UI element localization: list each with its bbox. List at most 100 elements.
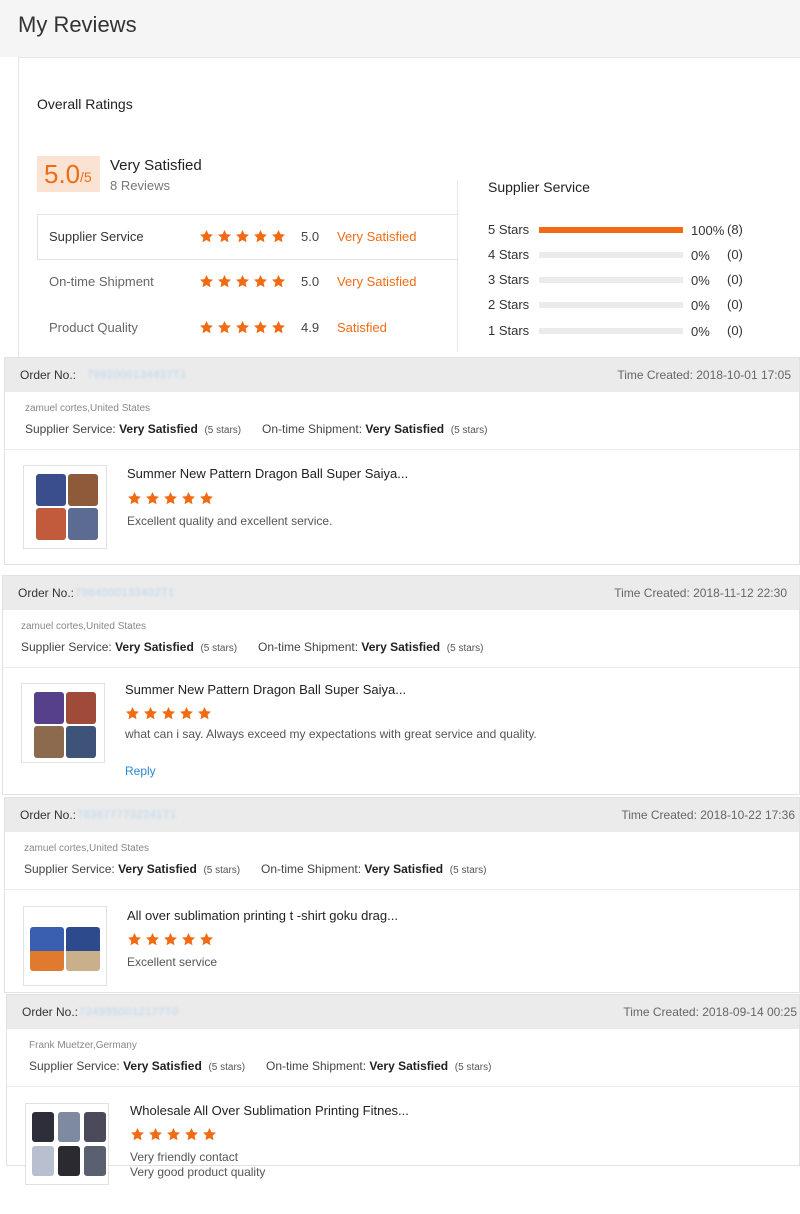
star-icon (145, 932, 160, 947)
star-icon (253, 274, 268, 289)
review-card: Order No.: 7992000134437T1 Time Created: 2… (4, 357, 800, 565)
star-icon (148, 1127, 163, 1142)
star-icon (202, 1127, 217, 1142)
bar-label: 3 Stars (488, 272, 530, 287)
bar-count: (0) (727, 247, 743, 262)
star-icon (125, 706, 140, 721)
reviewer-name: zamuel cortes,United States (25, 403, 151, 414)
time-created: Time Created: 2018-11-12 22:30 (614, 586, 787, 600)
order-number-link[interactable]: 7249950012177T0 (79, 1006, 179, 1018)
review-stars (130, 1127, 217, 1142)
bar-count: (0) (727, 297, 743, 312)
supplier-service-label: Supplier Service: (21, 640, 112, 654)
rating-stars-supplier-service (199, 229, 286, 244)
on-time-shipment-rating: On-time Shipment: Very Satisfied (5 star… (258, 640, 483, 654)
bar-label: 2 Stars (488, 297, 530, 312)
star-icon (235, 229, 250, 244)
star-icon (181, 932, 196, 947)
order-number-link[interactable]: 7992000134437T1 (87, 369, 187, 381)
shirt-image (68, 508, 98, 540)
reviewer-name: Frank Muetzer,Germany (29, 1040, 137, 1051)
star-icon (184, 1127, 199, 1142)
review-divider (5, 889, 799, 890)
reviewer-name: zamuel cortes,United States (21, 621, 147, 632)
supplier-service-stars: (5 stars) (200, 643, 238, 654)
review-stars (127, 932, 214, 947)
rating-label-product-quality: Product Quality (49, 320, 138, 335)
star-icon (163, 932, 178, 947)
overall-ratings-title: Overall Ratings (37, 96, 133, 112)
on-time-shipment-value: Very Satisfied (369, 1059, 449, 1073)
star-icon (130, 1127, 145, 1142)
star-icon (197, 706, 212, 721)
supplier-service-stars: (5 stars) (204, 425, 242, 436)
star-icon (217, 229, 232, 244)
product-title-link[interactable]: All over sublimation printing t -shirt g… (127, 908, 398, 923)
product-title-link[interactable]: Wholesale All Over Sublimation Printing … (130, 1103, 409, 1118)
star-icon (127, 491, 142, 506)
bar-track (539, 252, 683, 258)
overall-ratings-panel (18, 57, 800, 359)
star-icon (271, 274, 286, 289)
time-created: Time Created: 2018-10-22 17:36 (621, 808, 795, 822)
bar-track (539, 328, 683, 334)
product-thumbnail[interactable] (23, 465, 107, 549)
shirt-image (58, 1112, 80, 1142)
overall-satisfaction: Very Satisfied (110, 157, 202, 174)
rating-value-product-quality: 4.9 (301, 320, 320, 335)
shirt-image (34, 692, 64, 724)
rating-stars-product-quality (199, 320, 286, 335)
on-time-shipment-value: Very Satisfied (365, 422, 445, 436)
supplier-service-value: Very Satisfied (115, 640, 194, 654)
on-time-shipment-value: Very Satisfied (361, 640, 441, 654)
star-icon (166, 1127, 181, 1142)
bar-label: 1 Stars (488, 323, 530, 338)
order-number-link[interactable]: 7984000133402T1 (75, 587, 175, 599)
rating-text-product-quality: Satisfied (337, 320, 387, 335)
rating-text-supplier-service: Very Satisfied (337, 229, 417, 244)
shirt-image (58, 1146, 80, 1176)
bar-label: 4 Stars (488, 247, 530, 262)
bar-percent: 0% (691, 273, 710, 288)
shirt-image (36, 474, 66, 506)
time-created: Time Created: 2018-10-01 17:05 (617, 368, 791, 382)
product-title-link[interactable]: Summer New Pattern Dragon Ball Super Sai… (125, 682, 406, 697)
reply-link[interactable]: Reply (125, 764, 156, 778)
star-icon (179, 706, 194, 721)
review-card: Order No.: 7249950012177T0 Time Created: 2… (6, 994, 800, 1185)
order-label: Order No.: (22, 1005, 79, 1019)
product-thumbnail[interactable] (23, 906, 107, 986)
rating-value-on-time-shipment: 5.0 (301, 274, 320, 289)
overall-score-badge: 5.0 /5 (37, 156, 100, 192)
rating-label-on-time-shipment: On-time Shipment (49, 274, 154, 289)
review-stars (125, 706, 212, 721)
review-comment: what can i say. Always exceed my expecta… (125, 727, 537, 741)
star-icon (235, 274, 250, 289)
bar-label: 5 Stars (488, 222, 530, 237)
review-divider (7, 1086, 799, 1087)
shirt-image (36, 508, 66, 540)
product-title-link[interactable]: Summer New Pattern Dragon Ball Super Sai… (127, 466, 408, 481)
shirt-image (32, 1112, 54, 1142)
bar-percent: 0% (691, 298, 710, 313)
supplier-service-value: Very Satisfied (123, 1059, 202, 1073)
bar-percent: 0% (691, 248, 710, 263)
order-number-link[interactable]: 7838777732241T1 (77, 809, 177, 821)
review-stars (127, 491, 214, 506)
rating-stars-on-time-shipment (199, 274, 286, 289)
supplier-service-rating: Supplier Service: Very Satisfied (5 star… (24, 862, 240, 876)
supplier-service-value: Very Satisfied (119, 422, 198, 436)
product-thumbnail[interactable] (21, 683, 105, 763)
bar-track (539, 302, 683, 308)
star-icon (143, 706, 158, 721)
supplier-service-rating: Supplier Service: Very Satisfied (5 star… (25, 422, 241, 436)
supplier-service-value: Very Satisfied (118, 862, 197, 876)
product-thumbnail[interactable] (25, 1103, 109, 1185)
on-time-shipment-label: On-time Shipment: (258, 640, 359, 654)
reviewer-name: zamuel cortes,United States (24, 843, 150, 854)
star-icon (217, 320, 232, 335)
order-label: Order No.: (18, 586, 75, 600)
supplier-service-rating: Supplier Service: Very Satisfied (5 star… (29, 1059, 245, 1073)
on-time-shipment-stars: (5 stars) (446, 643, 484, 654)
overall-score-denominator: /5 (80, 169, 92, 185)
